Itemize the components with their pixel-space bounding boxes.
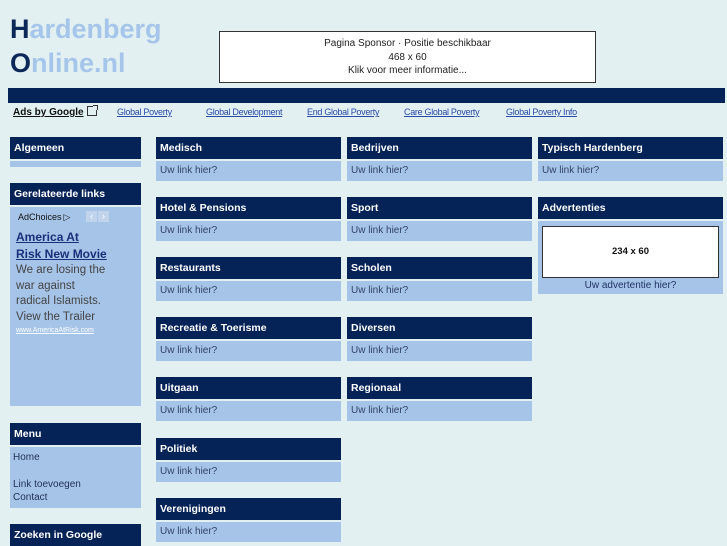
zoeken-header: Zoeken in Google — [10, 524, 141, 546]
category-link[interactable]: Uw link hier? — [156, 522, 341, 542]
menu-header: Menu — [10, 423, 141, 445]
chevron-right-icon[interactable]: › — [98, 211, 109, 222]
ad-text-2: war against — [16, 279, 75, 292]
ad-text-3: radical Islamists. — [16, 295, 101, 307]
category-link[interactable]: Uw link hier? — [538, 161, 723, 181]
category-link[interactable]: Uw link hier? — [347, 161, 532, 181]
category-link[interactable]: Uw link hier? — [156, 462, 341, 482]
sponsor-banner[interactable]: Pagina Sponsor · Positie beschikbaar 468… — [219, 31, 596, 83]
logo-line-2: Online.nl — [10, 48, 126, 78]
gerelateerde-body: AdChoices ▷ ‹ › America At Risk New Movie… — [10, 207, 141, 406]
gerelateerde-header: Gerelateerde links — [10, 183, 141, 205]
category-regionaal: Regionaal Uw link hier? — [347, 377, 532, 421]
category-uitgaan: Uitgaan Uw link hier? — [156, 377, 341, 421]
sponsor-size: 468 x 60 — [388, 51, 427, 63]
ads-by-google-link[interactable]: Ads by Google — [13, 105, 98, 118]
category-header: Sport — [347, 197, 532, 219]
sidebar-menu: Menu Home Link toevoegen Contact — [10, 423, 141, 508]
category-link[interactable]: Uw link hier? — [156, 161, 341, 181]
advertenties-body: 234 x 60 Uw advertentie hier? — [538, 221, 723, 294]
ad-text-1: We are losing the — [16, 264, 106, 276]
ad-link-global-poverty-info[interactable]: Global Poverty Info — [506, 107, 577, 117]
category-typisch-hardenberg: Typisch Hardenberg Uw link hier? — [538, 137, 723, 181]
adchoices-row: AdChoices ▷ ‹ › — [10, 207, 141, 229]
sidebar-algemeen: Algemeen — [10, 137, 141, 167]
category-link[interactable]: Uw link hier? — [347, 221, 532, 241]
category-header: Recreatie & Toerisme — [156, 317, 341, 339]
category-header: Verenigingen — [156, 498, 341, 520]
site-logo[interactable]: Hardenberg Online.nl — [10, 12, 162, 80]
category-scholen: Scholen Uw link hier? — [347, 257, 532, 301]
category-header: Uitgaan — [156, 377, 341, 399]
category-header: Regionaal — [347, 377, 532, 399]
category-header: Restaurants — [156, 257, 341, 279]
banner-234x60[interactable]: 234 x 60 — [542, 226, 719, 278]
algemeen-header: Algemeen — [10, 137, 141, 159]
category-header: Scholen — [347, 257, 532, 279]
ad-url-link[interactable]: www.AmericaAtRisk.com — [10, 325, 141, 337]
ad-link-global-poverty[interactable]: Global Poverty — [117, 107, 172, 117]
top-navbar — [8, 88, 725, 103]
category-link[interactable]: Uw link hier? — [156, 221, 341, 241]
advertenties-box: Advertenties 234 x 60 Uw advertentie hie… — [538, 197, 723, 294]
category-sport: Sport Uw link hier? — [347, 197, 532, 241]
category-link[interactable]: Uw link hier? — [347, 401, 532, 421]
sidebar-gerelateerde-links: Gerelateerde links AdChoices ▷ ‹ › Americ… — [10, 183, 141, 406]
category-link[interactable]: Uw link hier? — [347, 341, 532, 361]
menu-item-contact[interactable]: Contact — [13, 491, 138, 505]
menu-body: Home Link toevoegen Contact — [10, 447, 141, 508]
ad-title-line-1[interactable]: America At — [10, 229, 141, 246]
chevron-left-icon[interactable]: ‹ — [86, 211, 97, 222]
external-link-icon — [86, 105, 98, 116]
ad-title-line-2[interactable]: Risk New Movie — [10, 246, 141, 263]
category-politiek: Politiek Uw link hier? — [156, 438, 341, 482]
menu-item-link-toevoegen[interactable]: Link toevoegen — [13, 478, 138, 492]
category-recreatie-toerisme: Recreatie & Toerisme Uw link hier? — [156, 317, 341, 361]
category-bedrijven: Bedrijven Uw link hier? — [347, 137, 532, 181]
sponsor-line-1: Pagina Sponsor · Positie beschikbaar — [324, 38, 491, 49]
adchoices-label[interactable]: AdChoices — [18, 212, 62, 222]
category-link[interactable]: Uw link hier? — [156, 341, 341, 361]
menu-item-home[interactable]: Home — [13, 451, 138, 465]
ad-link-end-global-poverty[interactable]: End Global Poverty — [307, 107, 379, 117]
ad-link-global-development[interactable]: Global Development — [206, 107, 282, 117]
ad-text-4: View the Trailer — [16, 310, 96, 323]
category-link[interactable]: Uw link hier? — [347, 281, 532, 301]
category-link[interactable]: Uw link hier? — [156, 401, 341, 421]
ad-link-care-global-poverty[interactable]: Care Global Poverty — [404, 107, 480, 117]
category-header: Hotel & Pensions — [156, 197, 341, 219]
category-diversen: Diversen Uw link hier? — [347, 317, 532, 361]
category-header: Diversen — [347, 317, 532, 339]
category-medisch: Medisch Uw link hier? — [156, 137, 341, 181]
category-header: Medisch — [156, 137, 341, 159]
logo-line-1: Hardenberg — [10, 14, 162, 44]
category-hotel-pensions: Hotel & Pensions Uw link hier? — [156, 197, 341, 241]
category-header: Bedrijven — [347, 137, 532, 159]
category-link[interactable]: Uw link hier? — [156, 281, 341, 301]
category-verenigingen: Verenigingen Uw link hier? — [156, 498, 341, 542]
category-header: Typisch Hardenberg — [538, 137, 723, 159]
algemeen-body — [10, 161, 141, 167]
sponsor-info: Klik voor meer informatie... — [348, 65, 467, 76]
advertentie-link[interactable]: Uw advertentie hier? — [538, 278, 723, 294]
adchoices-triangle-icon[interactable]: ▷ — [64, 207, 71, 227]
category-restaurants: Restaurants Uw link hier? — [156, 257, 341, 301]
advertenties-header: Advertenties — [538, 197, 723, 219]
category-header: Politiek — [156, 438, 341, 460]
sidebar-zoeken-in-google: Zoeken in Google — [10, 524, 141, 546]
